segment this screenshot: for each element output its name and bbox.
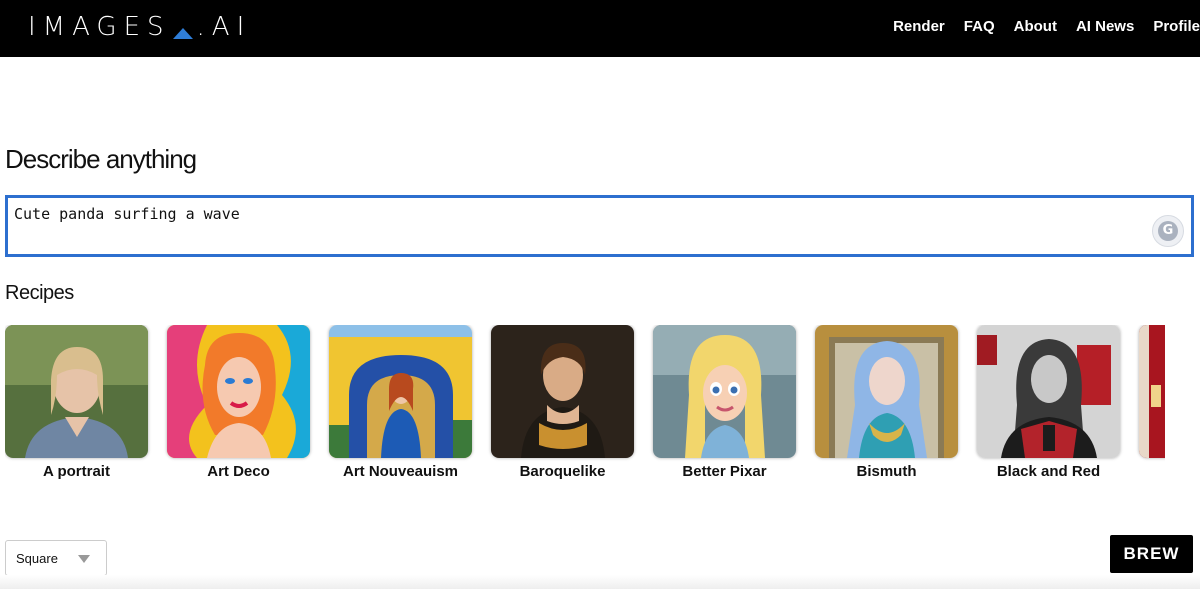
- recipe-thumbnail[interactable]: [977, 325, 1120, 458]
- site-logo[interactable]: IMAGES .AI: [28, 10, 251, 44]
- nav-ai-news[interactable]: AI News: [1076, 18, 1134, 35]
- nav-profile[interactable]: Profile: [1153, 18, 1200, 35]
- recipe-thumbnail[interactable]: [167, 325, 310, 458]
- dropdown-caret-icon: [78, 555, 90, 563]
- nav-about[interactable]: About: [1014, 18, 1057, 35]
- grammarly-icon[interactable]: G: [1152, 215, 1184, 247]
- recipe-card-bismuth[interactable]: Bismuth: [815, 325, 958, 480]
- aspect-ratio-value: Square: [16, 551, 58, 566]
- logo-text-ai: .AI: [196, 12, 252, 42]
- page-title: Describe anything: [5, 144, 197, 174]
- nav-faq[interactable]: FAQ: [964, 18, 995, 35]
- recipes-title: Recipes: [5, 282, 74, 304]
- recipe-name: Black and Red: [996, 463, 1101, 480]
- recipe-card-baroquelike[interactable]: Baroquelike: [491, 325, 634, 480]
- recipe-thumbnail[interactable]: [329, 325, 472, 458]
- recipes-carousel: A portrait Art Deco Art Nouveauism Baroq…: [5, 325, 1165, 485]
- recipe-card-black-and-red[interactable]: Black and Red: [977, 325, 1120, 480]
- aspect-ratio-select[interactable]: Square: [5, 540, 107, 576]
- recipe-card-art-deco[interactable]: Art Deco: [167, 325, 310, 480]
- recipe-thumbnail[interactable]: [653, 325, 796, 458]
- recipe-card-better-pixar[interactable]: Better Pixar: [653, 325, 796, 480]
- recipe-card-partial[interactable]: [1139, 325, 1165, 458]
- recipe-thumbnail[interactable]: [1139, 325, 1165, 458]
- recipe-thumbnail[interactable]: [5, 325, 148, 458]
- recipe-name: Art Deco: [207, 463, 270, 480]
- recipe-card-art-nouveauism[interactable]: Art Nouveauism: [329, 325, 472, 480]
- recipe-name: Better Pixar: [682, 463, 767, 480]
- grammarly-g-icon: G: [1158, 221, 1178, 241]
- recipe-name: A portrait: [43, 463, 110, 480]
- main-nav: Render FAQ About AI News Profile: [874, 0, 1200, 52]
- recipe-card-a-portrait[interactable]: A portrait: [5, 325, 148, 480]
- nav-render[interactable]: Render: [893, 18, 945, 35]
- recipe-name: Baroquelike: [519, 463, 606, 480]
- recipe-thumbnail[interactable]: [491, 325, 634, 458]
- recipe-name: Bismuth: [856, 463, 917, 480]
- recipe-name: Art Nouveauism: [342, 463, 459, 480]
- brew-button[interactable]: BREW: [1110, 535, 1193, 573]
- prompt-box: G: [5, 195, 1194, 257]
- bottom-divider: [0, 575, 1200, 589]
- logo-text-images: IMAGES: [28, 12, 171, 42]
- prompt-input[interactable]: [8, 198, 1191, 254]
- top-navbar: IMAGES .AI Render FAQ About AI News Profi…: [0, 0, 1200, 57]
- logo-triangle-icon: [172, 27, 193, 39]
- recipe-thumbnail[interactable]: [815, 325, 958, 458]
